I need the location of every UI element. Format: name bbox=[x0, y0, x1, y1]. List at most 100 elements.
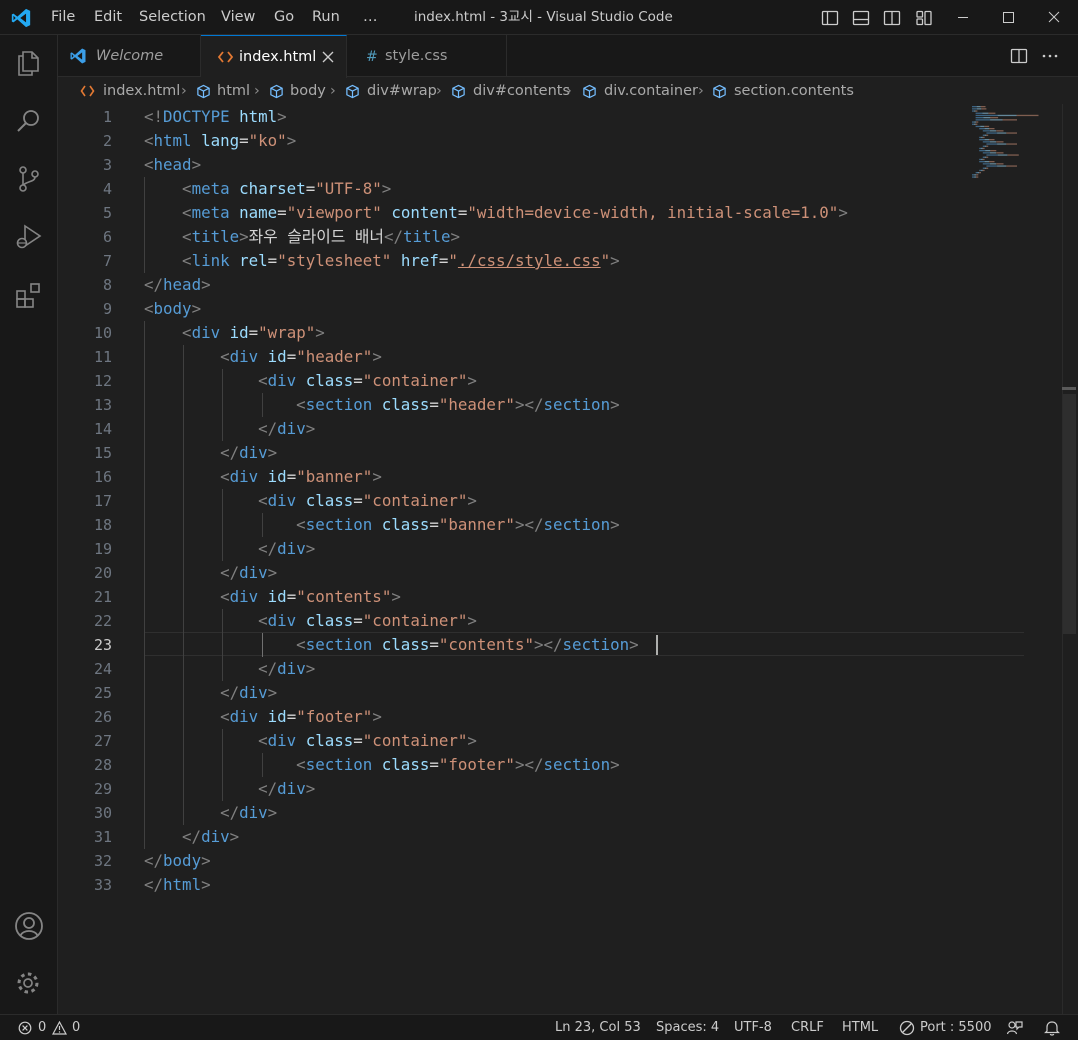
code-editor[interactable]: 1 2 3 4 5 6 7 8 9 10 11 12 13 14 15 16 17 18 19 20 21 22 23 24 2… bbox=[58, 104, 1078, 1014]
minimap-stroke bbox=[990, 119, 1003, 121]
breadcrumb-item[interactable]: body bbox=[290, 77, 326, 105]
breadcrumb-item[interactable]: div#wrap bbox=[367, 77, 437, 105]
accounts-icon[interactable] bbox=[13, 910, 45, 942]
code-line[interactable]: <section class="header"></section> bbox=[144, 393, 619, 417]
code-line[interactable]: <meta name="viewport" content="width=dev… bbox=[144, 201, 848, 225]
source-control-icon[interactable] bbox=[13, 163, 45, 195]
minimap-stroke bbox=[1006, 165, 1017, 167]
code-line[interactable]: </div> bbox=[144, 777, 315, 801]
menu-run[interactable]: Run bbox=[312, 0, 340, 35]
code-line[interactable]: <title>좌우 슬라이드 배너</title> bbox=[144, 225, 460, 249]
menu-view[interactable]: View bbox=[221, 0, 255, 35]
code-line[interactable]: <div id="header"> bbox=[144, 345, 382, 369]
code-line[interactable]: <head> bbox=[144, 153, 201, 177]
menu-selection[interactable]: Selection bbox=[139, 0, 206, 35]
code-line[interactable]: <section class="banner"></section> bbox=[144, 513, 619, 537]
code-line[interactable]: <section class="contents"></section> bbox=[144, 633, 638, 657]
breadcrumb-item[interactable]: div.container bbox=[604, 77, 698, 105]
manage-gear-icon[interactable] bbox=[13, 968, 45, 1000]
code-line[interactable]: </div> bbox=[144, 825, 239, 849]
tab-index-html[interactable]: index.html bbox=[201, 35, 347, 78]
maximize-icon[interactable] bbox=[985, 0, 1031, 35]
search-icon[interactable] bbox=[13, 105, 45, 137]
code-line[interactable]: <div id="wrap"> bbox=[144, 321, 325, 345]
code-token: section bbox=[305, 395, 373, 414]
code-token: div bbox=[239, 563, 268, 582]
breadcrumb-item[interactable]: div#contents bbox=[473, 77, 570, 105]
code-line[interactable]: <div class="container"> bbox=[144, 729, 477, 753]
code-token: "stylesheet" bbox=[277, 251, 392, 270]
code-line[interactable]: <div id="footer"> bbox=[144, 705, 382, 729]
cursor-position[interactable]: Ln 23, Col 53 bbox=[555, 1015, 641, 1040]
code-line[interactable]: </div> bbox=[144, 441, 277, 465]
code-line[interactable]: </div> bbox=[144, 417, 315, 441]
code-line[interactable]: </body> bbox=[144, 849, 211, 873]
more-actions-icon[interactable] bbox=[1040, 46, 1060, 66]
extensions-icon[interactable] bbox=[13, 279, 45, 311]
code-line[interactable]: </div> bbox=[144, 801, 277, 825]
code-line[interactable]: </div> bbox=[144, 561, 277, 585]
stylesheet-link[interactable]: ./css/style.css bbox=[458, 251, 601, 270]
code-line[interactable]: </div> bbox=[144, 657, 315, 681]
explorer-icon[interactable] bbox=[13, 47, 45, 79]
code-line[interactable]: <body> bbox=[144, 297, 201, 321]
code-token: div bbox=[229, 707, 259, 726]
minimap-stroke bbox=[979, 136, 982, 139]
code-line[interactable]: </html> bbox=[144, 873, 211, 897]
close-window-icon[interactable] bbox=[1031, 0, 1077, 35]
code-token: > bbox=[267, 443, 278, 462]
menu-file[interactable]: File bbox=[51, 0, 75, 35]
toggle-primary-sidebar-icon[interactable] bbox=[820, 8, 840, 28]
minimap-stroke bbox=[982, 147, 985, 150]
code-line[interactable]: <div class="container"> bbox=[144, 369, 477, 393]
encoding[interactable]: UTF-8 bbox=[734, 1015, 772, 1040]
line-ending[interactable]: CRLF bbox=[791, 1015, 824, 1040]
minimap[interactable] bbox=[970, 104, 1060, 184]
code-line[interactable]: </div> bbox=[144, 537, 315, 561]
menu-more[interactable]: … bbox=[363, 0, 378, 35]
code-line[interactable]: <div class="container"> bbox=[144, 609, 477, 633]
tab-style-css[interactable]: # style.css bbox=[347, 35, 507, 77]
code-line[interactable]: <div id="contents"> bbox=[144, 585, 401, 609]
code-token: > bbox=[315, 323, 325, 342]
code-token: class bbox=[381, 635, 430, 654]
code-line[interactable]: </head> bbox=[144, 273, 211, 297]
menu-edit[interactable]: Edit bbox=[94, 0, 122, 35]
code-token: charset bbox=[239, 179, 306, 198]
code-line[interactable]: <html lang="ko"> bbox=[144, 129, 296, 153]
toggle-secondary-sidebar-icon[interactable] bbox=[882, 8, 902, 28]
menu-go[interactable]: Go bbox=[274, 0, 294, 35]
breadcrumb-item[interactable]: section.contents bbox=[734, 77, 854, 105]
code-token: "banner" bbox=[438, 515, 515, 534]
split-editor-icon[interactable] bbox=[1009, 46, 1029, 66]
minimize-icon[interactable] bbox=[940, 0, 986, 35]
breadcrumb-item[interactable]: html bbox=[217, 77, 250, 105]
tab-welcome[interactable]: Welcome bbox=[58, 35, 201, 77]
breadcrumb-item[interactable]: index.html bbox=[103, 77, 180, 105]
code-token: </ bbox=[220, 443, 240, 462]
code-line[interactable]: <div class="container"> bbox=[144, 489, 477, 513]
code-token: div bbox=[267, 491, 297, 510]
code-line[interactable]: </div> bbox=[144, 681, 277, 705]
toggle-panel-icon[interactable] bbox=[851, 8, 871, 28]
indentation[interactable]: Spaces: 4 bbox=[656, 1015, 719, 1040]
run-debug-icon[interactable] bbox=[13, 221, 45, 253]
notifications-bell-icon[interactable] bbox=[1043, 1019, 1061, 1037]
code-line[interactable]: <meta charset="UTF-8"> bbox=[144, 177, 391, 201]
code-line[interactable]: <link rel="stylesheet" href="./css/style… bbox=[144, 249, 620, 273]
feedback-icon[interactable] bbox=[1006, 1019, 1024, 1037]
code-line[interactable]: <div id="banner"> bbox=[144, 465, 382, 489]
minimap-stroke bbox=[982, 163, 990, 165]
code-line[interactable]: <!DOCTYPE html> bbox=[144, 105, 287, 129]
customize-layout-icon[interactable] bbox=[914, 8, 934, 28]
close-icon[interactable] bbox=[320, 49, 336, 65]
language-mode[interactable]: HTML bbox=[842, 1015, 878, 1040]
html-file-icon bbox=[80, 85, 95, 97]
scrollbar-thumb[interactable] bbox=[1063, 394, 1076, 634]
code-token: = bbox=[429, 635, 439, 654]
code-line[interactable]: <section class="footer"></section> bbox=[144, 753, 619, 777]
